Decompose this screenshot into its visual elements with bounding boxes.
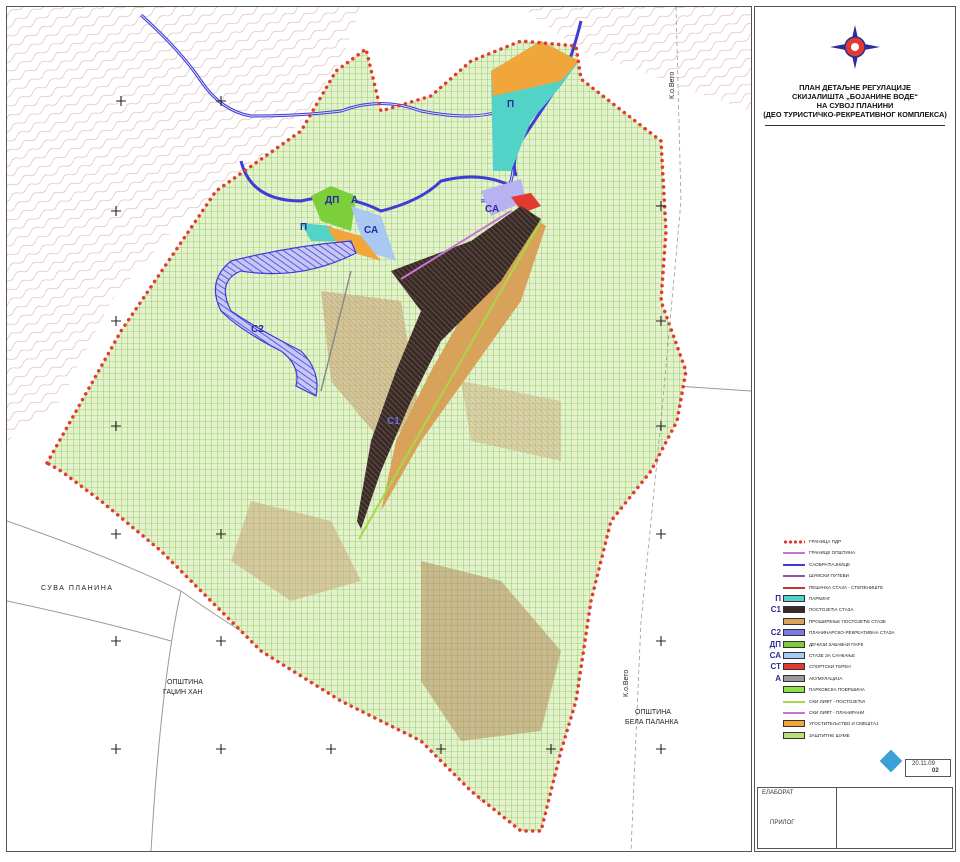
legend-item: ШУМСКИ ПУТЕВИ xyxy=(761,571,951,581)
label-opstina-bela-palanka-1: ОПШТИНА xyxy=(635,709,671,716)
compass-icon xyxy=(830,25,880,69)
date-box: 20.11.09 02 xyxy=(905,759,951,777)
legend-list: ГРАНИЦА ПДР ГРАНИЦЕ ОПШТИНА САОБРАЋАЈНИЦЕ Ш… xyxy=(755,537,955,747)
zone-label-dp: ДП xyxy=(325,195,340,206)
zone-label-sa-right: СА xyxy=(485,204,500,215)
title-divider xyxy=(765,125,945,126)
zone-label-st: СТ xyxy=(517,195,531,206)
legend-code: СА xyxy=(769,651,781,660)
title-block-divider xyxy=(836,788,837,848)
legend-label: ШУМСКИ ПУТЕВИ xyxy=(809,573,849,579)
legend-item: ГРАНИЦЕ ОПШТИНА xyxy=(761,548,951,558)
label-k-o-veto-top: К.о.Вето xyxy=(669,71,676,99)
legend-swatch xyxy=(783,606,805,614)
legend-dotted-line xyxy=(783,540,805,544)
legend-line xyxy=(783,700,805,703)
legend-code: А xyxy=(775,673,781,683)
legend-label: УГОСТИТЕЉСТВО И СМЕШТАЈ xyxy=(809,721,879,727)
legend-item: ПЕШАЧКА СТАЗА - СТЕПЕНИШТЕ xyxy=(761,583,951,593)
legend-label: СПОРТСКИ ТЕРЕН xyxy=(809,664,851,670)
prilog-label: ПРИЛОГ xyxy=(770,820,795,826)
legend-item: С1 ПОСТОЈЕЋА СТАЗА xyxy=(761,605,951,615)
legend-item: СА СТАЗЕ ЗА САНКАЊЕ xyxy=(761,651,951,661)
legend-label: ПЕШАЧКА СТАЗА - СТЕПЕНИШТЕ xyxy=(809,584,884,590)
legend-label: ПОСТОЈЕЋА СТАЗА xyxy=(809,607,854,613)
legend-line xyxy=(783,712,805,714)
legend-label: ГРАНИЦА ПДР xyxy=(809,539,842,544)
legend-label: ПЛАНИНАРСКО-РЕКРЕАТИВНА СТАЗА xyxy=(809,630,895,636)
label-suva-planina: СУВА ПЛАНИНА xyxy=(41,585,114,592)
legend-swatch xyxy=(783,674,805,682)
map-frame: К.о.Вето К.о.Вето СУВА ПЛАНИНА ОПШТИНА Г… xyxy=(6,6,752,852)
legend-code: ДП xyxy=(769,639,781,649)
zone-label-s2: С2 xyxy=(251,324,264,335)
zone-label-s1: С1 xyxy=(387,416,400,427)
label-opstina-gadzin-han-1: ОПШТИНА xyxy=(167,679,203,686)
title-line-4: (ДЕО ТУРИСТИЧКО-РЕКРЕАТИВНОГ КОМПЛЕКСА) xyxy=(763,110,947,119)
legend-label: СКИ ЛИФТ - ПЛАНИРАНИ xyxy=(809,710,865,715)
map-sheet: К.о.Вето К.о.Вето СУВА ПЛАНИНА ОПШТИНА Г… xyxy=(0,0,960,862)
title-line-2: СКИЈАЛИШТА „БОЈАНИНЕ ВОДЕ“ xyxy=(792,92,918,101)
label-opstina-gadzin-han-2: ГАЏИН ХАН xyxy=(163,689,203,696)
legend-swatch xyxy=(783,640,805,648)
logo-icon xyxy=(879,749,903,773)
legend-label: ПАРКОВСКА ПОВРШИНА xyxy=(809,687,865,693)
title-block: ЕЛАБОРАТ ПРИЛОГ xyxy=(757,787,953,849)
legend-item: ПАРКОВСКА ПОВРШИНА xyxy=(761,685,951,695)
legend-item: П ПАРКИНГ xyxy=(761,594,951,604)
legend-item: УГОСТИТЕЉСТВО И СМЕШТАЈ xyxy=(761,719,951,729)
legend-panel: ПЛАН ДЕТАЉНЕ РЕГУЛАЦИЈЕ СКИЈАЛИШТА „БОЈА… xyxy=(754,6,956,852)
legend-code: П xyxy=(775,594,781,603)
title-line-1: ПЛАН ДЕТАЉНЕ РЕГУЛАЦИЈЕ xyxy=(799,83,911,92)
legend-label: СКИ ЛИФТ - ПОСТОЈЕЋИ xyxy=(809,698,865,704)
zone-label-sa-left: СА xyxy=(364,225,379,236)
legend-label: ПРОШИРЕЊЕ ПОСТОЈЕЋЕ СТАЗЕ xyxy=(809,618,886,624)
legend-swatch xyxy=(783,720,805,728)
legend-label: ПАРКИНГ xyxy=(809,596,831,601)
zone-label-a: А xyxy=(351,195,359,206)
legend-item: СТ СПОРТСКИ ТЕРЕН xyxy=(761,662,951,672)
legend-label: СТАЗЕ ЗА САНКАЊЕ xyxy=(809,653,856,658)
sheet-number: 02 xyxy=(932,768,939,774)
label-k-o-veto-bottom: К.о.Вето xyxy=(623,669,630,697)
legend-item: ПРОШИРЕЊЕ ПОСТОЈЕЋЕ СТАЗЕ xyxy=(761,617,951,627)
label-opstina-bela-palanka-2: БЕЛА ПАЛАНКА xyxy=(625,719,679,726)
zone-label-p-top: П xyxy=(507,99,515,110)
legend-label: АКУМУЛАЦИЈА xyxy=(809,675,843,681)
legend-item: А АКУМУЛАЦИЈА xyxy=(761,674,951,684)
legend-line xyxy=(783,586,805,589)
zone-label-p-left: П xyxy=(300,222,308,233)
legend-swatch xyxy=(783,617,805,625)
legend-code: С2 xyxy=(770,628,781,638)
legend-swatch xyxy=(783,629,805,637)
legend-swatch xyxy=(783,663,805,671)
legend-line xyxy=(783,552,805,555)
legend-item: С2 ПЛАНИНАРСКО-РЕКРЕАТИВНА СТАЗА xyxy=(761,628,951,638)
legend-line xyxy=(783,563,805,566)
legend-swatch xyxy=(783,652,805,659)
legend-label: ДЕЧИЈИ ЗАБАВНИ ПАРК xyxy=(809,641,864,647)
legend-label: ЗАШТИТНЕ ШУМЕ xyxy=(809,732,850,738)
legend-swatch xyxy=(783,686,805,694)
legend-label: САОБРАЋАЈНИЦЕ xyxy=(809,561,850,567)
legend-item: ГРАНИЦА ПДР xyxy=(761,537,951,547)
legend-item: САОБРАЋАЈНИЦЕ xyxy=(761,560,951,570)
legend-swatch xyxy=(783,595,805,602)
elaborat-label: ЕЛАБОРАТ xyxy=(762,790,794,796)
legend-item: СКИ ЛИФТ - ПОСТОЈЕЋИ xyxy=(761,697,951,707)
legend-item: ДП ДЕЧИЈИ ЗАБАВНИ ПАРК xyxy=(761,640,951,650)
legend-label: ГРАНИЦЕ ОПШТИНА xyxy=(809,550,856,556)
title-line-3: НА СУВОЈ ПЛАНИНИ xyxy=(816,101,894,110)
legend-code: С1 xyxy=(770,605,781,615)
legend-item: СКИ ЛИФТ - ПЛАНИРАНИ xyxy=(761,708,951,718)
legend-line xyxy=(783,575,805,578)
legend-item: ЗАШТИТНЕ ШУМЕ xyxy=(761,731,951,741)
legend-swatch xyxy=(783,731,805,739)
date-text: 20.11.09 xyxy=(912,761,935,767)
legend-code: СТ xyxy=(770,662,781,672)
